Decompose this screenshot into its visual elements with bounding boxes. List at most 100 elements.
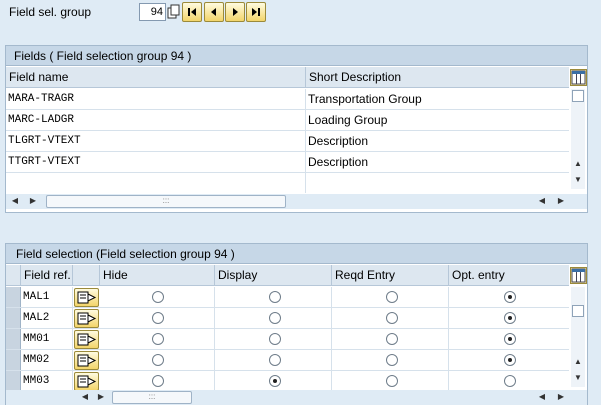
short-description-cell: Description [308,155,369,169]
scroll-thumb[interactable]: ::: [112,391,192,404]
scroll-up-icon[interactable]: ▲ [571,159,585,168]
field-format-button[interactable] [74,309,99,328]
radio-hide[interactable] [152,291,164,303]
radio-display[interactable] [269,312,281,324]
table-row[interactable] [6,173,569,194]
row-selector[interactable] [6,350,21,370]
field-name-cell: TLGRT-VTEXT [6,131,306,151]
scroll-left-icon[interactable]: ◀ [8,196,22,205]
scroll-thumb[interactable] [572,305,584,317]
radio-hide[interactable] [152,375,164,387]
radio-display[interactable] [269,354,281,366]
scroll-thumb[interactable]: ::: [46,195,286,208]
radio-opt-entry[interactable] [504,354,516,366]
radio-opt-entry[interactable] [504,375,516,387]
scroll-up-icon[interactable]: ▲ [571,357,585,366]
field-format-button[interactable] [74,351,99,370]
vertical-scrollbar[interactable]: ▲ ▼ [571,287,585,387]
table-row[interactable]: MM02 [6,350,569,371]
table-row[interactable]: MAL1 [6,287,569,308]
field-group-label: Field sel. group [9,5,92,19]
radio-reqd-entry[interactable] [386,291,398,303]
table-row[interactable]: MAL2 [6,308,569,329]
scroll-left-icon[interactable]: ◀ [535,196,549,205]
last-page-icon [252,8,260,16]
radio-display[interactable] [269,291,281,303]
column-display[interactable]: Display [215,265,332,286]
previous-page-icon [211,8,216,16]
table-row[interactable]: MARA-TRAGR Transportation Group [6,89,569,110]
field-selection-panel: Field selection (Field selection group 9… [5,243,588,405]
radio-opt-entry[interactable] [504,333,516,345]
fields-panel-title: Fields ( Field selection group 94 ) [6,46,587,66]
scroll-down-icon[interactable]: ▼ [571,175,585,184]
first-page-button[interactable] [182,2,202,22]
toolbar: Field sel. group 94 [0,0,601,26]
scroll-right-icon[interactable]: ▶ [554,392,568,401]
column-field-ref[interactable]: Field ref. [21,265,73,286]
row-selector[interactable] [6,371,21,391]
last-page-button[interactable] [246,2,266,22]
field-format-button[interactable] [74,372,99,391]
field-name-cell: MARC-LADGR [6,110,306,130]
radio-display[interactable] [269,333,281,345]
row-selector[interactable] [6,329,21,349]
horizontal-scrollbar[interactable]: ◀ ▶ ::: ◀ ▶ [6,390,587,405]
scroll-right-icon[interactable]: ▶ [94,392,108,401]
table-row[interactable]: MARC-LADGR Loading Group [6,110,569,131]
field-format-button[interactable] [74,330,99,349]
radio-display[interactable] [269,375,281,387]
radio-hide[interactable] [152,333,164,345]
table-row[interactable]: MM03 [6,371,569,392]
table-row[interactable]: TLGRT-VTEXT Description [6,131,569,152]
next-page-button[interactable] [225,2,245,22]
field-group-input[interactable]: 94 [139,3,166,21]
column-hide[interactable]: Hide [100,265,215,286]
scroll-right-icon[interactable]: ▶ [26,196,40,205]
field-name-cell: MARA-TRAGR [6,89,306,109]
field-name-cell: TTGRT-VTEXT [6,152,306,172]
select-all-cell[interactable] [6,265,21,286]
first-page-icon [188,8,196,16]
column-format [73,265,100,286]
radio-reqd-entry[interactable] [386,333,398,345]
table-row[interactable]: TTGRT-VTEXT Description [6,152,569,173]
scroll-thumb[interactable] [572,90,584,102]
fields-table-header: Field name Short Description [6,67,569,88]
table-settings-icon[interactable] [570,267,587,284]
selection-table-header: Field ref. Hide Display Reqd Entry Opt. … [6,265,569,286]
table-settings-icon[interactable] [570,69,587,86]
scroll-left-icon[interactable]: ◀ [78,392,92,401]
short-description-cell: Transportation Group [308,92,422,106]
horizontal-scrollbar[interactable]: ◀ ▶ ::: ◀ ▶ [6,194,587,209]
radio-hide[interactable] [152,354,164,366]
scroll-left-icon[interactable]: ◀ [535,392,549,401]
fields-panel: Fields ( Field selection group 94 ) Fiel… [5,45,588,213]
copy-icon[interactable] [167,4,181,20]
radio-reqd-entry[interactable] [386,354,398,366]
field-format-button[interactable] [74,288,99,307]
radio-hide[interactable] [152,312,164,324]
field-ref-cell: MAL2 [21,308,73,328]
field-ref-cell: MAL1 [21,287,73,307]
next-page-icon [233,8,238,16]
field-format-icon [77,375,97,388]
column-short-description[interactable]: Short Description [306,67,569,88]
radio-opt-entry[interactable] [504,312,516,324]
radio-reqd-entry[interactable] [386,312,398,324]
column-reqd-entry[interactable]: Reqd Entry [332,265,449,286]
scroll-right-icon[interactable]: ▶ [554,196,568,205]
row-selector[interactable] [6,308,21,328]
previous-page-button[interactable] [204,2,224,22]
row-selector[interactable] [6,287,21,307]
field-format-icon [77,312,97,325]
table-row[interactable]: MM01 [6,329,569,350]
scroll-down-icon[interactable]: ▼ [571,373,585,382]
column-opt-entry[interactable]: Opt. entry [449,265,569,286]
field-ref-cell: MM02 [21,350,73,370]
vertical-scrollbar[interactable]: ▲ ▼ [571,89,585,189]
field-format-icon [77,354,97,367]
radio-reqd-entry[interactable] [386,375,398,387]
radio-opt-entry[interactable] [504,291,516,303]
column-field-name[interactable]: Field name [6,67,306,88]
